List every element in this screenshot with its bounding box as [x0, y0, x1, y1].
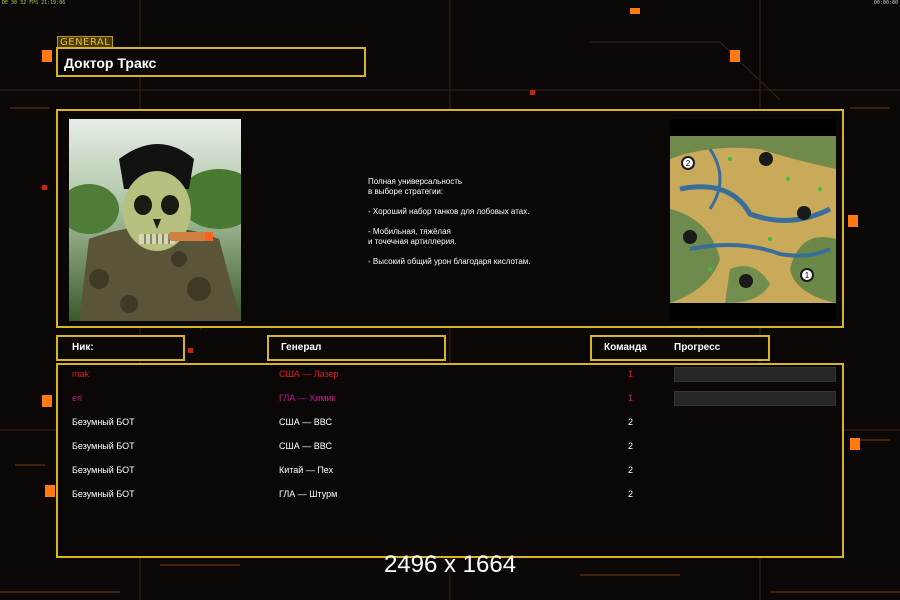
player-name: Безумный БОТ	[72, 441, 135, 451]
general-name: Доктор Тракс	[64, 55, 157, 71]
column-header-general: Генерал	[267, 335, 446, 361]
player-name: Безумный БОТ	[72, 489, 135, 499]
general-name-box: Доктор Тракс	[56, 47, 366, 77]
loading-progress-bar	[674, 391, 836, 406]
player-team: 2	[628, 489, 634, 499]
column-header-nick: Ник:	[56, 335, 185, 361]
players-list: mak США — Лазер 1 eri ГЛА — Химик 1 Безу…	[56, 363, 844, 558]
player-team: 2	[628, 441, 634, 451]
player-name: Безумный БОТ	[72, 465, 135, 475]
player-general: ГЛА — Штурм	[279, 489, 338, 499]
player-team: 1	[628, 369, 634, 379]
player-row: Безумный БОТ ГЛА — Штурм 2	[58, 483, 842, 505]
player-general: США — ВВС	[279, 417, 332, 427]
column-header-team-label: Команда	[604, 342, 647, 353]
player-team: 2	[628, 417, 634, 427]
player-team: 2	[628, 465, 634, 475]
map-marker-label: 1	[805, 271, 810, 280]
player-general: США — Лазер	[279, 369, 339, 379]
player-team: 1	[628, 393, 634, 403]
player-name: eri	[72, 393, 83, 403]
hud-fps-readout: DE 30 32 FPS 21:19:06	[2, 0, 66, 6]
player-name: Безумный БОТ	[72, 417, 135, 427]
map-marker-label: 2	[686, 159, 691, 168]
player-row: mak США — Лазер 1	[58, 363, 842, 385]
player-general: США — ВВС	[279, 441, 332, 451]
column-header-progress-label: Прогресс	[674, 342, 721, 353]
skull-mask-portrait-icon	[69, 119, 241, 321]
column-header-team: Команда Прогресс	[590, 335, 770, 361]
player-row: Безумный БОТ США — ВВС 2	[58, 411, 842, 433]
column-header-nick-label: Ник:	[72, 342, 94, 353]
loading-progress-bar	[674, 367, 836, 382]
player-row: Безумный БОТ США — ВВС 2	[58, 435, 842, 457]
column-header-general-label: Генерал	[281, 342, 322, 353]
player-name: mak	[72, 369, 90, 379]
general-info-panel: Полная универсальность в выборе стратеги…	[56, 109, 844, 328]
hud-clock: 00:00:00	[873, 0, 898, 6]
resolution-watermark: 2496 x 1664	[383, 551, 517, 578]
player-general: ГЛА — Химик	[279, 393, 336, 403]
minimap-icon: 2 1	[670, 119, 836, 321]
player-general: Китай — Пех	[279, 465, 334, 475]
player-row: Безумный БОТ Китай — Пех 2	[58, 459, 842, 481]
general-description: Полная универсальность в выборе стратеги…	[368, 177, 531, 266]
player-row: eri ГЛА — Химик 1	[58, 387, 842, 409]
